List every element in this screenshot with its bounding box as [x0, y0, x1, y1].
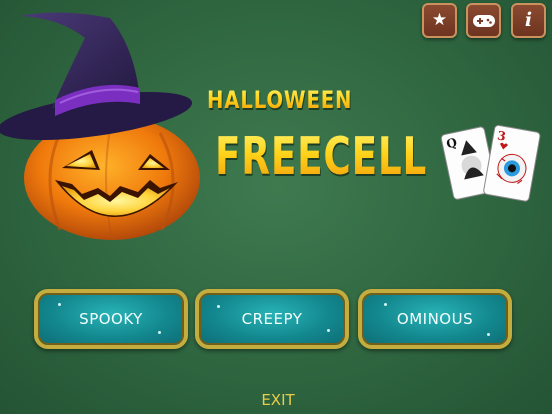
gamepad-icon — [472, 14, 495, 27]
ominous-mode-button[interactable]: OMINOUS — [358, 289, 512, 349]
spooky-label: SPOOKY — [79, 310, 143, 328]
sparkle — [327, 329, 330, 332]
sparkle — [384, 303, 387, 306]
more-games-button[interactable] — [466, 3, 501, 38]
favorites-button[interactable]: ★ — [422, 3, 457, 38]
ominous-label: OMINOUS — [396, 310, 474, 328]
creepy-label: CREEPY — [241, 310, 303, 328]
sparkle — [217, 305, 220, 308]
sparkle — [487, 333, 490, 336]
creepy-mode-button[interactable]: CREEPY — [195, 289, 349, 349]
exit-button[interactable]: EXIT — [256, 389, 300, 411]
game-title-freecell: FREECELL — [215, 127, 428, 187]
spooky-mode-button[interactable]: SPOOKY — [34, 289, 188, 349]
sparkle — [158, 331, 161, 334]
star-icon: ★ — [431, 10, 448, 30]
game-title-halloween: HALLOWEEN — [207, 86, 353, 114]
playing-cards-illustration: Q 3 — [440, 124, 541, 202]
sparkle — [58, 303, 61, 306]
info-button[interactable]: i — [511, 3, 546, 38]
info-icon: i — [524, 9, 533, 31]
pumpkin-witch-hat-illustration — [0, 12, 200, 241]
